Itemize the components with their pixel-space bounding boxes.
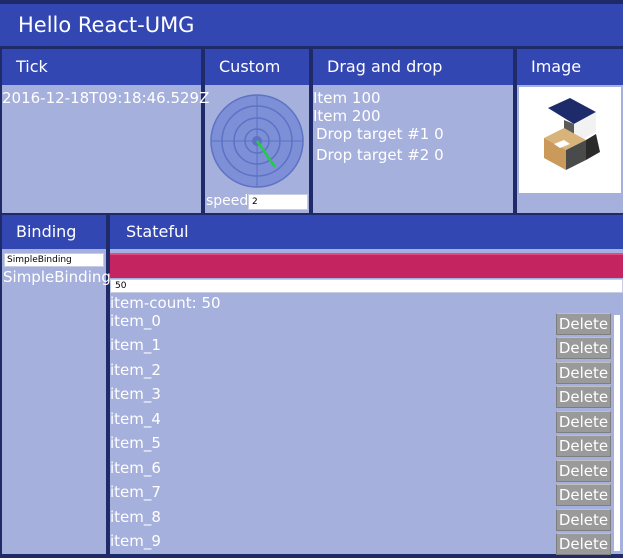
list-item: item_0 bbox=[110, 312, 161, 330]
item-count-progress-bar bbox=[110, 253, 623, 278]
list-item: item_7 bbox=[110, 483, 161, 501]
binding-display: SimpleBinding bbox=[3, 268, 111, 286]
tick-timestamp: 2016-12-18T09:18:46.529Z bbox=[2, 89, 210, 107]
custom-header: Custom bbox=[205, 49, 309, 85]
list-item: item_5 bbox=[110, 434, 161, 452]
list-item: item_2 bbox=[110, 361, 161, 379]
delete-button[interactable]: Delete bbox=[556, 337, 611, 359]
binding-input[interactable]: SimpleBinding bbox=[4, 253, 104, 267]
delete-button[interactable]: Delete bbox=[556, 411, 611, 433]
list-scrollbar[interactable] bbox=[614, 315, 620, 551]
image-header: Image bbox=[517, 49, 623, 85]
delete-button[interactable]: Delete bbox=[556, 435, 611, 457]
tick-header: Tick bbox=[2, 49, 201, 85]
app-title: Hello React-UMG bbox=[0, 4, 623, 46]
delete-button[interactable]: Delete bbox=[556, 362, 611, 384]
list-item: item_6 bbox=[110, 459, 161, 477]
list-item: item_1 bbox=[110, 336, 161, 354]
item-count-label: item-count: 50 bbox=[110, 294, 221, 312]
drag-drop-header: Drag and drop bbox=[313, 49, 513, 85]
stateful-header: Stateful bbox=[110, 215, 623, 249]
binding-header: Binding bbox=[2, 215, 106, 249]
list-item: item_9 bbox=[110, 532, 161, 550]
delete-button[interactable]: Delete bbox=[556, 386, 611, 408]
radar-gauge bbox=[210, 94, 304, 188]
drag-item-2[interactable]: Item 200 bbox=[313, 107, 381, 125]
drop-target-2[interactable]: Drop target #2 0 bbox=[316, 146, 444, 164]
list-item: item_4 bbox=[110, 410, 161, 428]
unreal-logo-image bbox=[544, 98, 600, 170]
delete-button[interactable]: Delete bbox=[556, 533, 611, 555]
drag-item-1[interactable]: Item 100 bbox=[313, 89, 381, 107]
delete-button[interactable]: Delete bbox=[556, 509, 611, 531]
delete-button[interactable]: Delete bbox=[556, 484, 611, 506]
drop-target-1[interactable]: Drop target #1 0 bbox=[316, 125, 444, 143]
speed-input[interactable]: 2 bbox=[248, 194, 308, 210]
list-item: item_8 bbox=[110, 508, 161, 526]
list-item: item_3 bbox=[110, 385, 161, 403]
speed-label: speed bbox=[206, 193, 249, 209]
delete-button[interactable]: Delete bbox=[556, 313, 611, 335]
delete-button[interactable]: Delete bbox=[556, 460, 611, 482]
binding-panel bbox=[2, 249, 106, 554]
item-count-input[interactable]: 50 bbox=[110, 279, 623, 293]
